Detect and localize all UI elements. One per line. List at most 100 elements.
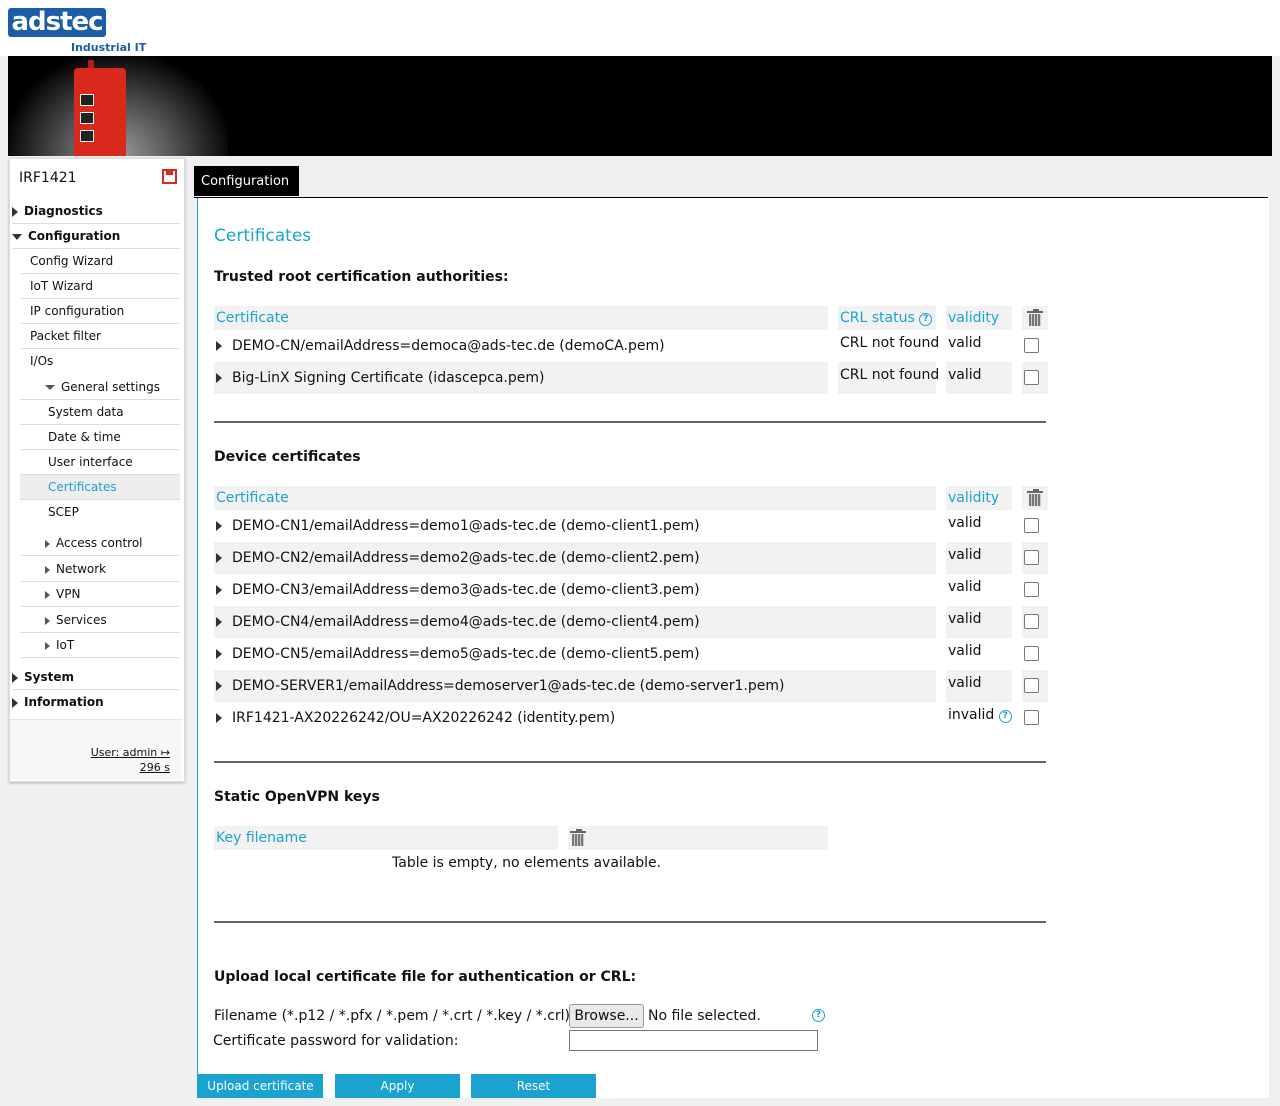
validity-value: valid: [948, 547, 982, 563]
openvpn-col-key[interactable]: Key filename: [214, 826, 558, 850]
sidebar-item-packet-filter[interactable]: Packet filter: [20, 324, 180, 349]
validity-value: valid: [948, 675, 982, 691]
table-row[interactable]: DEMO-CN5/emailAddress=demo5@ads-tec.de (…: [214, 638, 936, 670]
collapse-icon: [45, 385, 55, 390]
table-row[interactable]: DEMO-CN2/emailAddress=demo2@ads-tec.de (…: [214, 542, 936, 574]
device-port: [80, 130, 94, 142]
sidebar-item-label: System data: [48, 405, 124, 419]
browse-button[interactable]: Browse...: [569, 1004, 644, 1028]
trusted-col-delete: [1022, 306, 1048, 330]
sidebar-item-label: Packet filter: [30, 329, 101, 343]
logout-icon[interactable]: ↦: [161, 746, 170, 759]
help-icon[interactable]: ?: [998, 710, 1012, 723]
validity-label: invalid: [948, 707, 995, 723]
row-checkbox[interactable]: [1024, 710, 1039, 725]
sidebar-item-label: Access control: [56, 536, 143, 550]
trash-icon[interactable]: [1027, 489, 1043, 506]
sidebar-item-ip-configuration[interactable]: IP configuration: [20, 299, 180, 324]
row-checkbox[interactable]: [1024, 550, 1039, 565]
ads-tec-logo: adstec: [8, 8, 106, 37]
header: adstec Industrial IT: [0, 0, 1280, 56]
sidebar-item-services[interactable]: Services: [20, 608, 180, 633]
save-icon[interactable]: [162, 169, 177, 184]
expand-icon[interactable]: [216, 681, 222, 691]
device-col-delete: [1022, 486, 1048, 510]
row-checkbox[interactable]: [1024, 370, 1039, 385]
expand-icon[interactable]: [216, 713, 222, 723]
sidebar-item-network[interactable]: Network: [20, 557, 180, 582]
tab-bar: Configuration: [194, 166, 1268, 198]
table-row[interactable]: DEMO-CN1/emailAddress=demo1@ads-tec.de (…: [214, 510, 936, 542]
table-row[interactable]: DEMO-CN4/emailAddress=demo4@ads-tec.de (…: [214, 606, 936, 638]
sidebar-item-diagnostics[interactable]: Diagnostics: [12, 199, 180, 224]
sidebar-item-access-control[interactable]: Access control: [20, 531, 180, 556]
expand-icon[interactable]: [216, 553, 222, 563]
sidebar-item-user-interface[interactable]: User interface: [20, 450, 180, 475]
upload-certificate-button[interactable]: Upload certificate: [198, 1074, 323, 1098]
table-row[interactable]: IRF1421-AX20226242/OU=AX20226242 (identi…: [214, 702, 936, 734]
sidebar-item-information[interactable]: Information: [12, 690, 180, 715]
trusted-col-crl[interactable]: CRL status ?: [838, 306, 936, 330]
crl-status: CRL not found: [840, 335, 940, 351]
sidebar-item-iot-wizard[interactable]: IoT Wizard: [20, 274, 180, 299]
expand-icon[interactable]: [216, 585, 222, 595]
user-link[interactable]: User: admin ↦: [91, 746, 170, 759]
row-checkbox[interactable]: [1024, 518, 1039, 533]
sidebar-item-certificates[interactable]: Certificates: [20, 475, 180, 500]
help-icon[interactable]: ?: [919, 313, 933, 326]
user-label: User: admin: [90, 746, 158, 759]
sidebar-item-label: Config Wizard: [30, 254, 114, 268]
sidebar-item-system-data[interactable]: System data: [20, 400, 180, 425]
expand-icon[interactable]: [216, 373, 222, 383]
row-checkbox[interactable]: [1024, 582, 1039, 597]
certificate-password-input[interactable]: [569, 1030, 818, 1051]
table-row[interactable]: Big-LinX Signing Certificate (idascepca.…: [214, 362, 828, 394]
sidebar-item-configuration[interactable]: Configuration: [12, 224, 180, 249]
expand-icon[interactable]: [216, 617, 222, 627]
openvpn-heading: Static OpenVPN keys: [214, 789, 380, 805]
reset-button[interactable]: Reset: [471, 1074, 596, 1098]
certificate-name: DEMO-CN1/emailAddress=demo1@ads-tec.de (…: [232, 518, 700, 534]
trash-icon[interactable]: [570, 829, 586, 846]
expand-icon[interactable]: [216, 521, 222, 531]
device-col-validity[interactable]: validity: [946, 486, 1012, 510]
trusted-heading: Trusted root certification authorities:: [214, 269, 509, 285]
trash-icon[interactable]: [1027, 309, 1043, 326]
sidebar-item-label: Information: [24, 695, 104, 709]
table-row[interactable]: DEMO-CN/emailAddress=democa@ads-tec.de (…: [214, 330, 828, 362]
expand-icon: [45, 565, 50, 574]
sidebar-item-date-time[interactable]: Date & time: [20, 425, 180, 450]
session-timer[interactable]: 296 s: [140, 761, 170, 774]
table-row[interactable]: DEMO-CN3/emailAddress=demo3@ads-tec.de (…: [214, 574, 936, 606]
sidebar-item-config-wizard[interactable]: Config Wizard: [20, 249, 180, 274]
upload-help[interactable]: ?: [812, 1006, 825, 1022]
trusted-col-certificate[interactable]: Certificate: [214, 306, 828, 330]
sidebar-item-scep[interactable]: SCEP: [20, 500, 180, 525]
row-checkbox[interactable]: [1024, 678, 1039, 693]
sidebar-item-vpn[interactable]: VPN: [20, 582, 180, 607]
apply-button[interactable]: Apply: [335, 1074, 460, 1098]
sidebar-item-system[interactable]: System: [12, 665, 180, 690]
crl-status: CRL not found: [840, 367, 940, 383]
openvpn-col-delete: [568, 826, 828, 850]
row-checkbox[interactable]: [1024, 614, 1039, 629]
row-checkbox[interactable]: [1024, 646, 1039, 661]
table-row[interactable]: DEMO-SERVER1/emailAddress=demoserver1@ad…: [214, 670, 936, 702]
sidebar-item-label: VPN: [56, 587, 81, 601]
expand-icon: [45, 641, 50, 650]
expand-icon[interactable]: [216, 341, 222, 351]
certificate-name: DEMO-CN2/emailAddress=demo2@ads-tec.de (…: [232, 550, 700, 566]
sidebar-item-ios[interactable]: I/Os: [20, 349, 180, 374]
sidebar-item-iot[interactable]: IoT: [20, 633, 180, 658]
tab-configuration[interactable]: Configuration: [194, 166, 299, 196]
trusted-col-validity[interactable]: validity: [946, 306, 1012, 330]
certificate-name: DEMO-CN5/emailAddress=demo5@ads-tec.de (…: [232, 646, 700, 662]
expand-icon[interactable]: [216, 649, 222, 659]
row-checkbox[interactable]: [1024, 338, 1039, 353]
help-icon[interactable]: ?: [812, 1009, 825, 1022]
device-name: IRF1421: [19, 170, 77, 186]
device-col-certificate[interactable]: Certificate: [214, 486, 936, 510]
sidebar-item-general-settings[interactable]: General settings: [20, 375, 180, 400]
sidebar-item-label: IoT Wizard: [30, 279, 93, 293]
certificate-name: DEMO-SERVER1/emailAddress=demoserver1@ad…: [232, 678, 785, 694]
